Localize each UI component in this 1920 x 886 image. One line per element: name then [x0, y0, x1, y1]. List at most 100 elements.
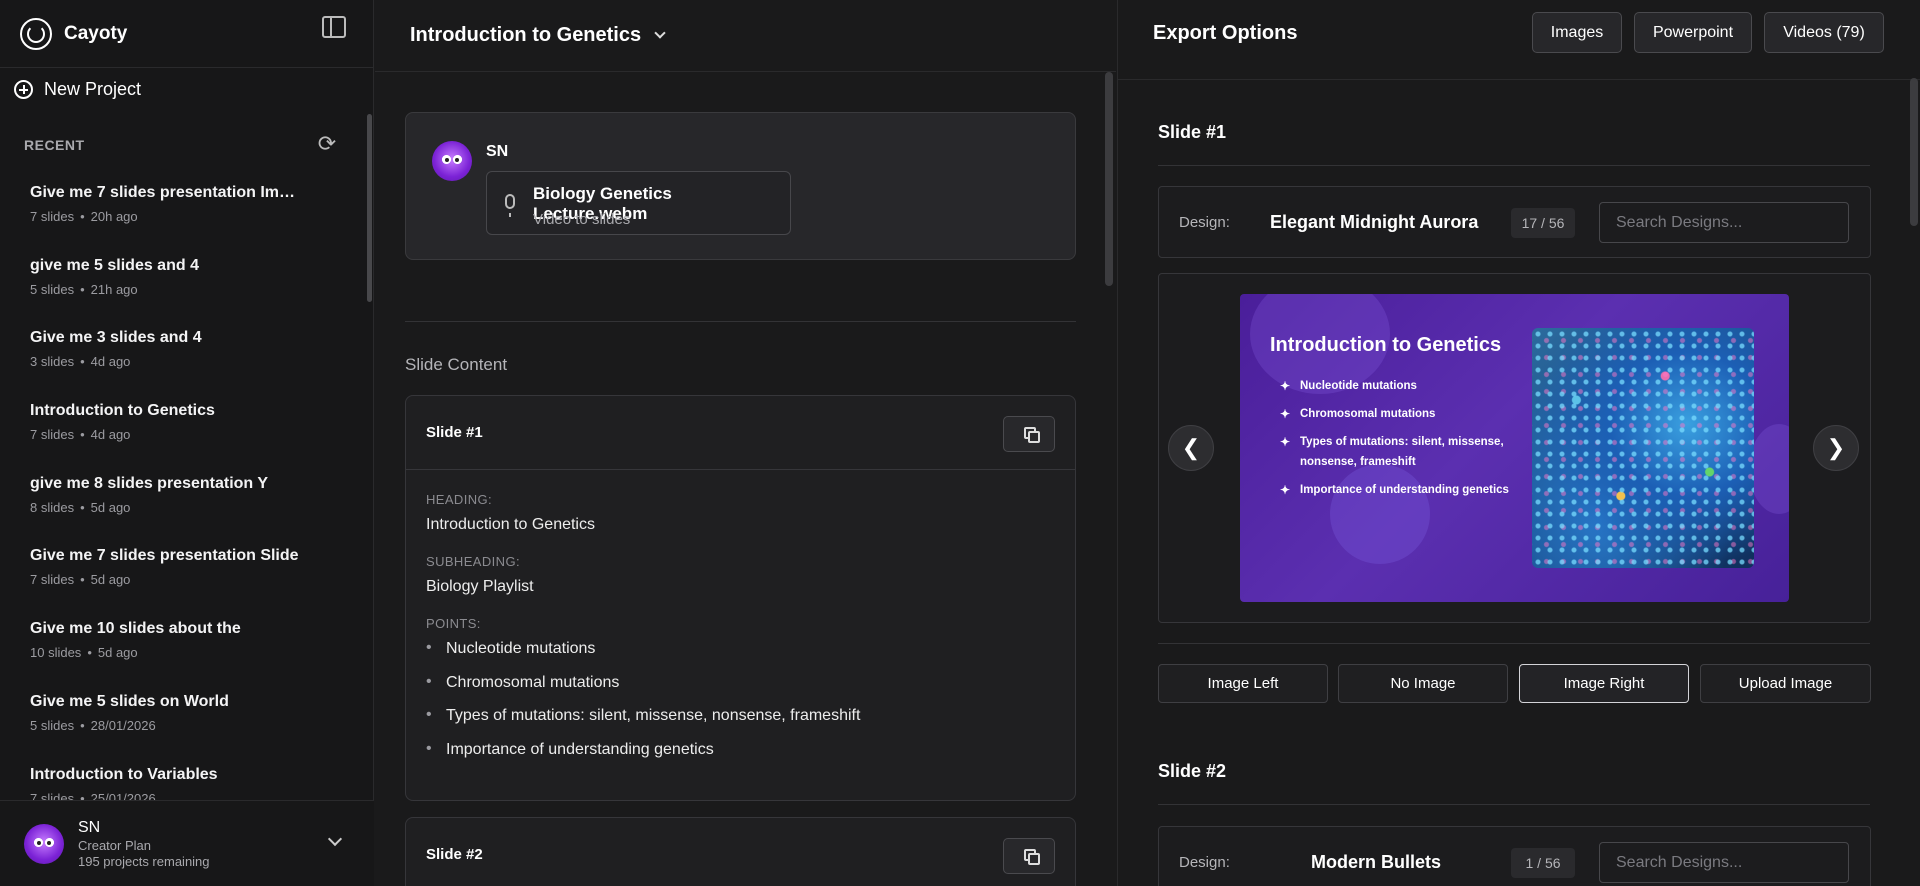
recent-item[interactable]: Introduction to Variables 7 slides • 25/01…	[0, 752, 366, 801]
heading-label: HEADING:	[426, 492, 493, 507]
copy-button[interactable]	[1003, 416, 1055, 452]
recent-item-title: Give me 10 slides about the	[30, 620, 241, 638]
logo-icon	[20, 17, 52, 50]
export-powerpoint-button[interactable]: Powerpoint	[1634, 12, 1752, 53]
chevron-down-icon[interactable]	[327, 831, 343, 847]
timestamp: 5d ago	[90, 499, 131, 515]
list-item: Chromosomal mutations	[426, 673, 1055, 708]
slide-count: 5 slides	[30, 281, 75, 297]
divider	[1158, 643, 1870, 644]
preview-title: Introduction to Genetics	[1270, 334, 1502, 356]
recent-item-meta: 7 slides • 5d ago	[30, 572, 131, 588]
content-scrollbar[interactable]	[1105, 72, 1113, 286]
slide-card-header: Slide #1	[406, 396, 1075, 470]
timestamp: 4d ago	[90, 427, 131, 443]
preview-image	[1532, 328, 1754, 568]
slide-count: 7 slides	[30, 427, 75, 443]
subheading-label: SUBHEADING:	[426, 554, 520, 569]
recent-item-title: Give me 5 slides on World	[30, 692, 229, 710]
slide-content-card: Slide #2	[405, 817, 1076, 886]
subheading-value: Biology Playlist	[426, 578, 534, 595]
section-title: Slide Content	[405, 355, 508, 374]
export-header: Export Options Images Powerpoint Videos …	[1118, 0, 1920, 80]
design-selector: Design: Elegant Midnight Aurora 17 / 56	[1158, 186, 1871, 258]
slide-content-card: Slide #1 HEADING: Introduction to Geneti…	[405, 395, 1076, 801]
slide-count: 7 slides	[30, 790, 75, 801]
image-right-button[interactable]: Image Right	[1519, 664, 1689, 703]
recent-item[interactable]: Give me 3 slides and 4 3 slides • 4d ago	[0, 315, 366, 388]
content-panel: Introduction to Genetics SN Biology Gene…	[375, 0, 1116, 886]
design-label: Design:	[1179, 214, 1230, 231]
recent-item-title: Introduction to Variables	[30, 765, 218, 783]
prev-design-button[interactable]: ❮	[1168, 425, 1214, 471]
new-project-label: New Project	[44, 79, 142, 99]
sidebar: Cayoty New Project RECENT ⟳ Give me 7 sl…	[0, 0, 374, 886]
recent-item-meta: 7 slides • 20h ago	[30, 209, 138, 224]
design-name[interactable]: Modern Bullets	[1311, 852, 1441, 873]
prompt-card: SN Biology Genetics Lecture.webm Video t…	[405, 112, 1076, 260]
recent-item-meta: 3 slides • 4d ago	[30, 354, 131, 370]
avatar	[24, 823, 64, 864]
list-item: Importance of understanding genetics	[426, 740, 1055, 775]
sidebar-header: Cayoty	[0, 0, 373, 68]
sidebar-scrollbar[interactable]	[367, 114, 372, 302]
user-plan: Creator Plan	[78, 837, 151, 853]
recent-item-meta: 10 slides • 5d ago	[30, 645, 138, 661]
slide-count: 5 slides	[30, 717, 75, 733]
design-search-input[interactable]	[1599, 202, 1849, 243]
design-search-input[interactable]	[1599, 842, 1849, 883]
recent-item[interactable]: Introduction to Genetics 7 slides • 4d ago	[0, 388, 366, 461]
recent-label: RECENT	[24, 137, 85, 153]
next-design-button[interactable]: ❯	[1813, 425, 1859, 471]
preview-points: Nucleotide mutations Chromosomal mutatio…	[1280, 376, 1510, 508]
recent-item[interactable]: give me 8 slides presentation Y 8 slides…	[0, 461, 366, 534]
project-title: Introduction to Genetics	[410, 24, 642, 46]
timestamp: 4d ago	[90, 354, 131, 370]
list-item: Types of mutations: silent, missense, no…	[1280, 432, 1510, 472]
recent-item-meta: 8 slides • 5d ago	[30, 499, 131, 515]
timestamp: 5d ago	[90, 572, 131, 588]
slide-preview: Introduction to Genetics Nucleotide muta…	[1240, 294, 1789, 602]
user-menu[interactable]: SN Creator Plan 195 projects remaining	[0, 800, 374, 886]
new-project-button[interactable]: New Project	[14, 79, 141, 100]
list-item: Chromosomal mutations	[1280, 404, 1510, 424]
list-item: Nucleotide mutations	[426, 639, 1055, 674]
slide-card-header: Slide #2	[406, 818, 1075, 886]
recent-item-title: give me 8 slides presentation Y	[30, 474, 269, 492]
export-images-button[interactable]: Images	[1532, 12, 1622, 53]
refresh-icon[interactable]: ⟳	[316, 133, 338, 155]
timestamp: 28/01/2026	[90, 717, 156, 733]
microphone-icon	[505, 194, 515, 217]
heading-value: Introduction to Genetics	[426, 516, 595, 533]
image-left-button[interactable]: Image Left	[1158, 664, 1328, 703]
export-scrollbar[interactable]	[1910, 78, 1918, 226]
export-videos-button[interactable]: Videos (79)	[1764, 12, 1884, 53]
recent-item-meta: 7 slides • 25/01/2026	[30, 791, 342, 801]
recent-item-meta: 7 slides • 4d ago	[30, 427, 131, 443]
export-slide-title: Slide #1	[1158, 122, 1227, 142]
attached-file-chip[interactable]: Biology Genetics Lecture.webm Video to s…	[486, 171, 791, 235]
timestamp: 25/01/2026	[90, 790, 156, 801]
upload-image-button[interactable]: Upload Image	[1700, 664, 1871, 703]
recent-item[interactable]: Give me 7 slides presentation Slide 7 sl…	[0, 533, 366, 606]
slide-count: 7 slides	[30, 209, 75, 224]
divider	[405, 321, 1076, 322]
recent-item[interactable]: Give me 5 slides on World 5 slides • 28/01…	[0, 679, 366, 752]
recent-item[interactable]: give me 5 slides and 4 5 slides • 21h ago	[0, 243, 366, 316]
slide-card-title: Slide #1	[426, 424, 483, 441]
list-item: Nucleotide mutations	[1280, 376, 1510, 396]
timestamp: 5d ago	[97, 645, 138, 661]
recent-item-title: Give me 3 slides and 4	[30, 329, 202, 347]
design-name[interactable]: Elegant Midnight Aurora	[1270, 212, 1478, 233]
recent-item[interactable]: Give me 10 slides about the 10 slides • 5d…	[0, 606, 366, 679]
recent-list: Give me 7 slides presentation Ima... 7 s…	[0, 170, 366, 800]
copy-button[interactable]	[1003, 838, 1055, 874]
sidebar-toggle-icon[interactable]	[322, 16, 346, 38]
project-title-dropdown[interactable]: Introduction to Genetics	[375, 0, 1116, 72]
file-type-label: Video to slides	[533, 211, 631, 228]
no-image-button[interactable]: No Image	[1338, 664, 1508, 703]
slide-count: 8 slides	[30, 499, 75, 515]
recent-item[interactable]: Give me 7 slides presentation Ima... 7 s…	[0, 170, 366, 243]
slide-count: 10 slides	[30, 645, 82, 661]
list-item: Types of mutations: silent, missense, no…	[426, 706, 1055, 741]
